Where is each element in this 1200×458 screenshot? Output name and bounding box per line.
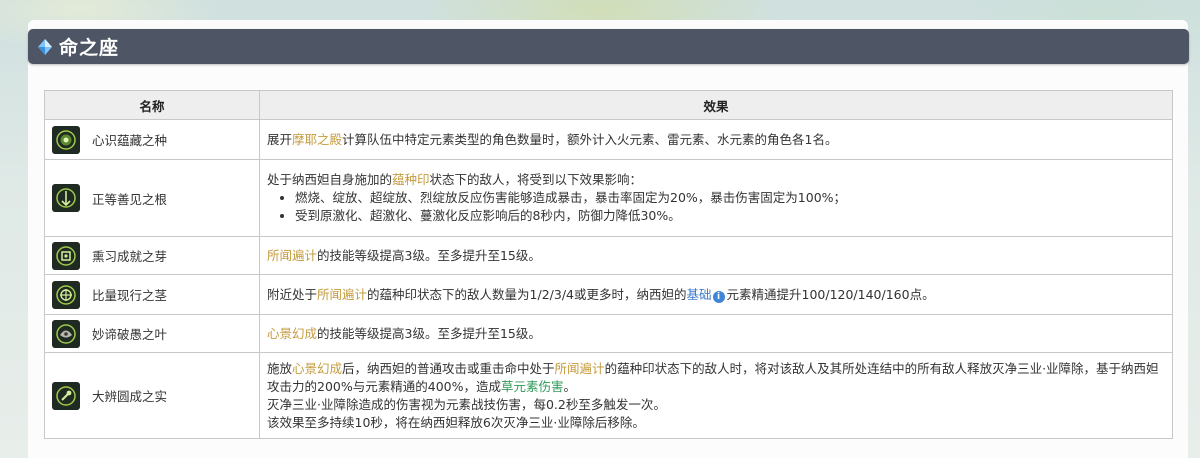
constellation-name: 大辨圆成之实: [92, 389, 168, 404]
constellation-leaf-icon: [52, 319, 80, 348]
constellation-table: 名称 效果 心识蕴藏之种 展开摩耶之殿计算队伍中特定元素类型的角色数量时，额外计…: [44, 90, 1173, 439]
table-row: 妙谛破愚之叶 心景幻成的技能等级提高3级。至多提升至15级。: [44, 314, 1173, 353]
name-cell: 比量现行之茎: [44, 274, 260, 315]
constellation-stem-icon: [52, 280, 80, 309]
name-cell: 正等善见之根: [44, 159, 260, 237]
table-row: 正等善见之根 处于纳西妲自身施加的蕴种印状态下的敌人，将受到以下效果影响： 燃烧…: [44, 159, 1173, 237]
table-row: 大辨圆成之实 施放心景幻成后，纳西妲的普通攻击或重击命中处于所闻遍计的蕴种印状态…: [44, 352, 1173, 439]
constellation-name: 比量现行之茎: [92, 288, 168, 303]
constellation-root-icon: [52, 184, 80, 212]
constellation-fruit-icon: [52, 381, 80, 410]
effect-cell: 心景幻成的技能等级提高3级。至多提升至15级。: [259, 314, 1173, 353]
table-row: 比量现行之茎 附近处于所闻遍计的蕴种印状态下的敌人数量为1/2/3/4或更多时，…: [44, 274, 1173, 315]
effect-cell: 施放心景幻成后，纳西妲的普通攻击或重击命中处于所闻遍计的蕴种印状态下的敌人时，将…: [259, 352, 1173, 439]
name-cell: 心识蕴藏之种: [44, 119, 260, 160]
constellation-name: 正等善见之根: [92, 191, 168, 207]
dendro-damage-link[interactable]: 草元素伤害: [501, 379, 564, 394]
effect-bullet-list: 燃烧、绽放、超绽放、烈绽放反应伤害能够造成暴击，暴击率固定为20%，暴击伤害固定…: [267, 189, 1164, 225]
effect-paragraph: 灭净三业·业障除造成的伤害视为元素战技伤害，每0.2秒至多触发一次。: [267, 396, 666, 412]
effect-cell: 展开摩耶之殿计算队伍中特定元素类型的角色数量时，额外计入火元素、雷元素、水元素的…: [259, 119, 1173, 160]
column-header-name: 名称: [44, 90, 260, 120]
table-row: 熏习成就之芽 所闻遍计的技能等级提高3级。至多提升至15级。: [44, 236, 1173, 275]
name-cell: 妙谛破愚之叶: [44, 314, 260, 353]
constellation-sprout-icon: [52, 241, 80, 270]
table-row: 心识蕴藏之种 展开摩耶之殿计算队伍中特定元素类型的角色数量时，额外计入火元素、雷…: [44, 119, 1173, 160]
effect-cell: 所闻遍计的技能等级提高3级。至多提升至15级。: [259, 236, 1173, 275]
term-link[interactable]: 摩耶之殿: [292, 132, 342, 147]
list-item: 受到原激化、超激化、蔓激化反应影响后的8秒内，防御力降低30%。: [295, 207, 1164, 225]
effect-paragraph: 该效果至多持续10秒，将在纳西妲释放6次灭净三业·业障除后移除。: [267, 414, 645, 430]
effect-cell: 附近处于所闻遍计的蕴种印状态下的敌人数量为1/2/3/4或更多时，纳西妲的基础 i…: [259, 274, 1173, 315]
term-link[interactable]: 心景幻成: [292, 361, 342, 376]
column-header-effect: 效果: [259, 90, 1173, 120]
section-header: 命之座: [28, 29, 1189, 64]
diamond-icon: [38, 38, 52, 55]
name-cell: 大辨圆成之实: [44, 352, 260, 439]
term-link[interactable]: 所闻遍计: [555, 361, 605, 376]
constellation-name: 熏习成就之芽: [92, 249, 168, 264]
term-link[interactable]: 蕴种印: [392, 172, 430, 187]
term-link[interactable]: 所闻遍计: [267, 248, 317, 263]
constellation-name: 妙谛破愚之叶: [92, 327, 168, 342]
constellation-name: 心识蕴藏之种: [92, 133, 168, 148]
name-cell: 熏习成就之芽: [44, 236, 260, 275]
effect-cell: 处于纳西妲自身施加的蕴种印状态下的敌人，将受到以下效果影响： 燃烧、绽放、超绽放…: [259, 159, 1173, 237]
term-link[interactable]: 所闻遍计: [317, 287, 367, 302]
info-icon[interactable]: i: [712, 290, 725, 303]
constellation-seed-icon: [52, 125, 80, 154]
base-link[interactable]: 基础: [686, 287, 711, 302]
term-link[interactable]: 心景幻成: [267, 326, 317, 341]
list-item: 燃烧、绽放、超绽放、烈绽放反应伤害能够造成暴击，暴击率固定为20%，暴击伤害固定…: [295, 189, 1164, 207]
table-header-row: 名称 效果: [44, 90, 1173, 120]
section-title: 命之座: [59, 37, 120, 59]
